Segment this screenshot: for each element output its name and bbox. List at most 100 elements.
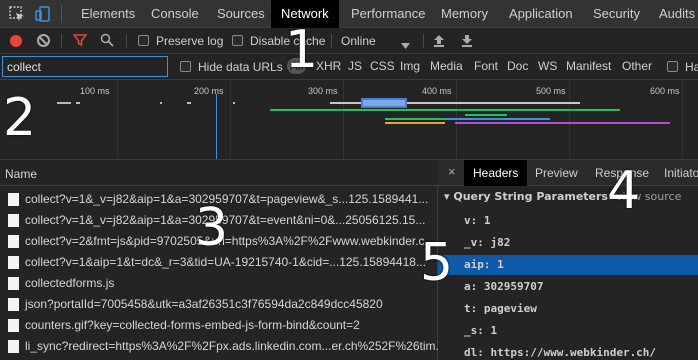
tab-audits[interactable]: Audits [659, 0, 695, 28]
name-column-header[interactable]: Name [0, 160, 438, 186]
toolbar-divider [126, 34, 127, 48]
overview-selection-marker [361, 98, 407, 108]
param-text: t: pageview [464, 302, 537, 315]
filter-type-font[interactable]: Font [474, 59, 498, 73]
request-name: json?portalId=7005458&utk=a3af26351c3f76… [25, 297, 383, 311]
tab-sources[interactable]: Sources [217, 0, 265, 28]
name-column-label: Name [5, 167, 38, 181]
request-name: li_sync?redirect=https%3A%2F%2Fpx.ads.li… [25, 339, 438, 353]
request-row[interactable]: counters.gif?key=collected-forms-embed-j… [0, 315, 438, 336]
devtools-tab-bar: Elements Console Sources Network Perform… [0, 0, 698, 28]
chevron-down-icon[interactable] [401, 38, 410, 52]
query-string-section-header[interactable]: ▾ Query String Parameters view source [444, 190, 681, 203]
tab-memory[interactable]: Memory [441, 0, 488, 28]
param-text: aip: 1 [464, 258, 504, 271]
has-blocked-cookies-label: Ha [685, 60, 698, 74]
hide-data-urls-checkbox[interactable] [180, 61, 191, 72]
tab-application[interactable]: Application [509, 0, 573, 28]
tab-headers[interactable]: Headers [464, 160, 528, 186]
toolbar-divider [61, 34, 62, 48]
network-overview[interactable]: 100 ms 200 ms 300 ms 400 ms 500 ms 600 m… [0, 80, 698, 160]
filter-type-doc[interactable]: Doc [507, 59, 528, 73]
filter-type-manifest[interactable]: Manifest [566, 59, 611, 73]
overview-tick: 100 ms [80, 86, 110, 96]
request-details-panel: × Headers Preview Response Initiator ▾ Q… [438, 160, 698, 360]
query-param[interactable]: dl: https://www.webkinder.ch/ [438, 343, 698, 360]
tab-initiator[interactable]: Initiator [664, 166, 698, 180]
file-icon [8, 235, 19, 248]
preserve-log-label: Preserve log [156, 34, 224, 48]
query-param[interactable]: _s: 1 [438, 321, 698, 341]
overview-bar [187, 102, 191, 104]
tab-bar-divider [61, 5, 62, 23]
preserve-log-checkbox[interactable] [138, 35, 149, 46]
inspect-element-icon[interactable] [9, 6, 25, 22]
toolbar-divider [331, 34, 332, 48]
request-row[interactable]: json?portalId=7005458&utk=a3af26351c3f76… [0, 294, 438, 315]
filter-type-xhr[interactable]: XHR [316, 59, 341, 73]
toolbar-divider [423, 34, 424, 48]
overview-bar [270, 109, 620, 111]
query-param[interactable]: v: 1 [438, 211, 698, 231]
overview-bar [445, 118, 550, 120]
overview-bar [465, 114, 507, 116]
clear-button[interactable] [37, 34, 50, 47]
request-row[interactable]: collectedforms.js [0, 273, 438, 294]
file-icon [8, 256, 19, 269]
overview-tick: 500 ms [536, 86, 566, 96]
request-list: Name collect?v=1&_v=j82&aip=1&a=30295970… [0, 160, 438, 360]
filter-type-js[interactable]: JS [348, 59, 362, 73]
overview-bar [385, 122, 445, 124]
annotation-number-3: 3 [195, 198, 229, 258]
overview-gridline [569, 80, 570, 159]
tab-security[interactable]: Security [593, 0, 640, 28]
annotation-number-5: 5 [420, 233, 454, 293]
record-button[interactable] [10, 35, 22, 47]
query-param-selected[interactable]: aip: 1 [438, 255, 698, 275]
tab-console[interactable]: Console [151, 0, 199, 28]
param-text: _v: j82 [464, 236, 511, 249]
query-param[interactable]: t: pageview [438, 299, 698, 319]
filter-type-css[interactable]: CSS [370, 59, 395, 73]
file-icon [8, 214, 19, 227]
tab-elements[interactable]: Elements [81, 0, 135, 28]
filter-icon[interactable] [72, 33, 88, 50]
annotation-number-1: 1 [285, 20, 319, 80]
has-blocked-cookies-checkbox[interactable] [667, 61, 678, 72]
device-toolbar-icon[interactable] [35, 6, 51, 22]
close-icon[interactable]: × [448, 164, 456, 179]
search-icon[interactable] [100, 33, 114, 50]
throttling-select[interactable]: Online [341, 34, 376, 48]
dom-content-loaded-marker [216, 94, 217, 159]
overview-tick: 200 ms [194, 86, 224, 96]
annotation-number-2: 2 [3, 88, 37, 148]
disable-cache-checkbox[interactable] [232, 35, 243, 46]
tab-preview[interactable]: Preview [535, 166, 578, 180]
overview-tick: 400 ms [422, 86, 452, 96]
overview-tick: 600 ms [650, 86, 680, 96]
overview-bar [233, 102, 235, 104]
file-icon [8, 340, 19, 353]
annotation-number-4: 4 [607, 161, 641, 221]
filter-type-img[interactable]: Img [400, 59, 420, 73]
overview-bar [385, 118, 445, 120]
overview-tick: 300 ms [308, 86, 338, 96]
filter-type-other[interactable]: Other [622, 59, 652, 73]
tab-performance[interactable]: Performance [351, 0, 425, 28]
filter-type-ws[interactable]: WS [538, 59, 557, 73]
overview-bar [76, 102, 80, 104]
request-row[interactable]: li_sync?redirect=https%3A%2F%2Fpx.ads.li… [0, 336, 438, 357]
export-har-icon[interactable] [461, 34, 473, 50]
query-param[interactable]: a: 302959707 [438, 277, 698, 297]
param-text: _s: 1 [464, 324, 498, 337]
file-icon [8, 319, 19, 332]
file-icon [8, 298, 19, 311]
filter-input[interactable] [2, 56, 168, 77]
query-param[interactable]: _v: j82 [438, 233, 698, 253]
request-name: collect?v=2&fmt=js&pid=9702505&url=https… [25, 234, 435, 248]
import-har-icon[interactable] [433, 34, 445, 50]
file-icon [8, 277, 19, 290]
file-icon [8, 193, 19, 206]
param-text: dl: https://www.webkinder.ch/ [464, 346, 657, 359]
filter-type-media[interactable]: Media [430, 59, 463, 73]
